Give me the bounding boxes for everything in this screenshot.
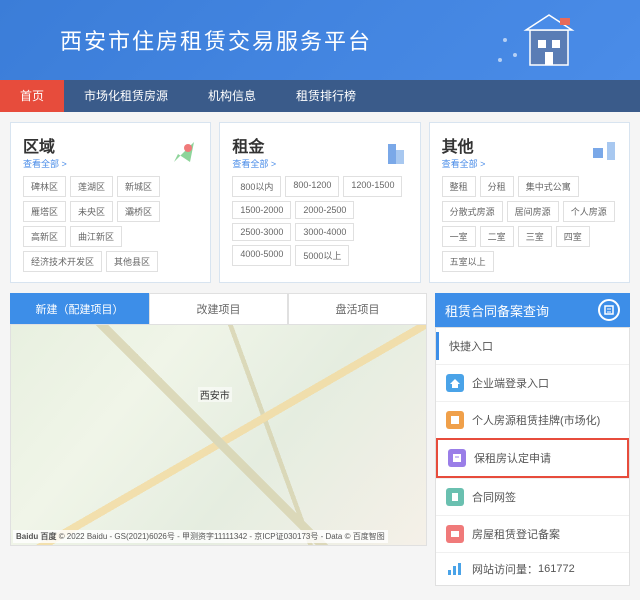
nav-bar: 首页 市场化租赁房源 机构信息 租赁排行榜 (0, 80, 640, 112)
map-pin-icon (170, 138, 198, 166)
chip-other[interactable]: 整租 (442, 176, 476, 197)
chip-other[interactable]: 四室 (556, 226, 590, 247)
filter-rent-viewall[interactable]: 查看全部 > (232, 157, 276, 170)
visit-counter: 网站访问量： 161772 (436, 552, 629, 585)
chip-region[interactable]: 雁塔区 (23, 201, 66, 222)
quick-personal-listing[interactable]: 个人房源租赁挂牌(市场化) (436, 401, 629, 438)
chip-other[interactable]: 分散式房源 (442, 201, 503, 222)
chip-other[interactable]: 集中式公寓 (518, 176, 579, 197)
house-small-icon (446, 374, 464, 392)
map-attribution: Baidu 百度 © 2022 Baidu - GS(2021)6026号 - … (13, 530, 388, 543)
filter-rent-title: 租金 (232, 133, 276, 157)
register-icon (446, 525, 464, 543)
chip-other[interactable]: 二室 (480, 226, 514, 247)
tab-rebuild[interactable]: 改建项目 (149, 293, 288, 324)
filter-other: 其他 查看全部 > 整租 分租 集中式公寓 分散式房源 居间房源 个人房源 一室… (429, 122, 630, 283)
nav-market[interactable]: 市场化租赁房源 (64, 80, 188, 112)
quick-affordable-apply[interactable]: 保租房认定申请 (436, 438, 629, 478)
filter-rent: 租金 查看全部 > 800以内 800-1200 1200-1500 1500-… (219, 122, 420, 283)
region-chips: 碑林区 莲湖区 新城区 雁塔区 未央区 灞桥区 高新区 曲江新区 经济技术开发区… (23, 176, 198, 272)
chip-region[interactable]: 高新区 (23, 226, 66, 247)
chip-region[interactable]: 其他县区 (106, 251, 158, 272)
tab-new[interactable]: 新建（配建项目） (10, 293, 149, 324)
chip-other[interactable]: 分租 (480, 176, 514, 197)
chip-other[interactable]: 一室 (442, 226, 476, 247)
rent-chips: 800以内 800-1200 1200-1500 1500-2000 2000-… (232, 176, 407, 266)
chip-region[interactable]: 灞桥区 (117, 201, 160, 222)
search-icon (598, 299, 620, 321)
chip-region[interactable]: 曲江新区 (70, 226, 122, 247)
chip-rent[interactable]: 1200-1500 (343, 176, 402, 197)
doc-icon (446, 411, 464, 429)
filter-region: 区域 查看全部 > 碑林区 莲湖区 新城区 雁塔区 未央区 灞桥区 高新区 曲江… (10, 122, 211, 283)
contract-search-bar[interactable]: 租赁合同备案查询 (435, 293, 630, 327)
quick-enterprise-login[interactable]: 企业端登录入口 (436, 364, 629, 401)
building-icon (380, 138, 408, 166)
chip-region[interactable]: 未央区 (70, 201, 113, 222)
filter-region-title: 区域 (23, 133, 67, 157)
chip-region[interactable]: 碑林区 (23, 176, 66, 197)
chip-rent[interactable]: 2500-3000 (232, 223, 291, 241)
blocks-icon (589, 138, 617, 166)
nav-org[interactable]: 机构信息 (188, 80, 276, 112)
house-icon (490, 10, 580, 70)
filter-other-viewall[interactable]: 查看全部 > (442, 157, 486, 170)
chip-other[interactable]: 居间房源 (507, 201, 559, 222)
banner: 西安市住房租赁交易服务平台 (0, 0, 640, 80)
map-view[interactable]: 西安市 Baidu 百度 © 2022 Baidu - GS(2021)6026… (10, 324, 427, 546)
nav-home[interactable]: 首页 (0, 80, 64, 112)
quick-links-title: 快捷入口 (436, 332, 629, 360)
banner-title: 西安市住房租赁交易服务平台 (60, 24, 372, 56)
filter-region-viewall[interactable]: 查看全部 > (23, 157, 67, 170)
chip-region[interactable]: 经济技术开发区 (23, 251, 102, 272)
chip-rent[interactable]: 800-1200 (285, 176, 339, 197)
quick-contract-sign[interactable]: 合同网签 (436, 478, 629, 515)
chip-rent[interactable]: 1500-2000 (232, 201, 291, 219)
chip-rent[interactable]: 3000-4000 (295, 223, 354, 241)
quick-links-panel: 快捷入口 企业端登录入口 个人房源租赁挂牌(市场化) 保租房认定申请 合同网签 (435, 327, 630, 586)
chip-rent[interactable]: 800以内 (232, 176, 281, 197)
quick-lease-register[interactable]: 房屋租赁登记备案 (436, 515, 629, 552)
chart-bar-icon (446, 560, 464, 578)
project-tabs: 新建（配建项目） 改建项目 盘活项目 (10, 293, 427, 324)
form-icon (448, 449, 466, 467)
chip-rent[interactable]: 5000以上 (295, 245, 349, 266)
chip-other[interactable]: 三室 (518, 226, 552, 247)
nav-rank[interactable]: 租赁排行榜 (276, 80, 376, 112)
chip-rent[interactable]: 4000-5000 (232, 245, 291, 266)
contract-icon (446, 488, 464, 506)
map-city-label: 西安市 (198, 387, 232, 402)
tab-revitalize[interactable]: 盘活项目 (288, 293, 427, 324)
other-chips: 整租 分租 集中式公寓 分散式房源 居间房源 个人房源 一室 二室 三室 四室 … (442, 176, 617, 272)
filter-other-title: 其他 (442, 133, 486, 157)
search-bar-title: 租赁合同备案查询 (445, 301, 549, 320)
chip-region[interactable]: 新城区 (117, 176, 160, 197)
chip-other[interactable]: 五室以上 (442, 251, 494, 272)
chip-rent[interactable]: 2000-2500 (295, 201, 354, 219)
chip-other[interactable]: 个人房源 (563, 201, 615, 222)
chip-region[interactable]: 莲湖区 (70, 176, 113, 197)
